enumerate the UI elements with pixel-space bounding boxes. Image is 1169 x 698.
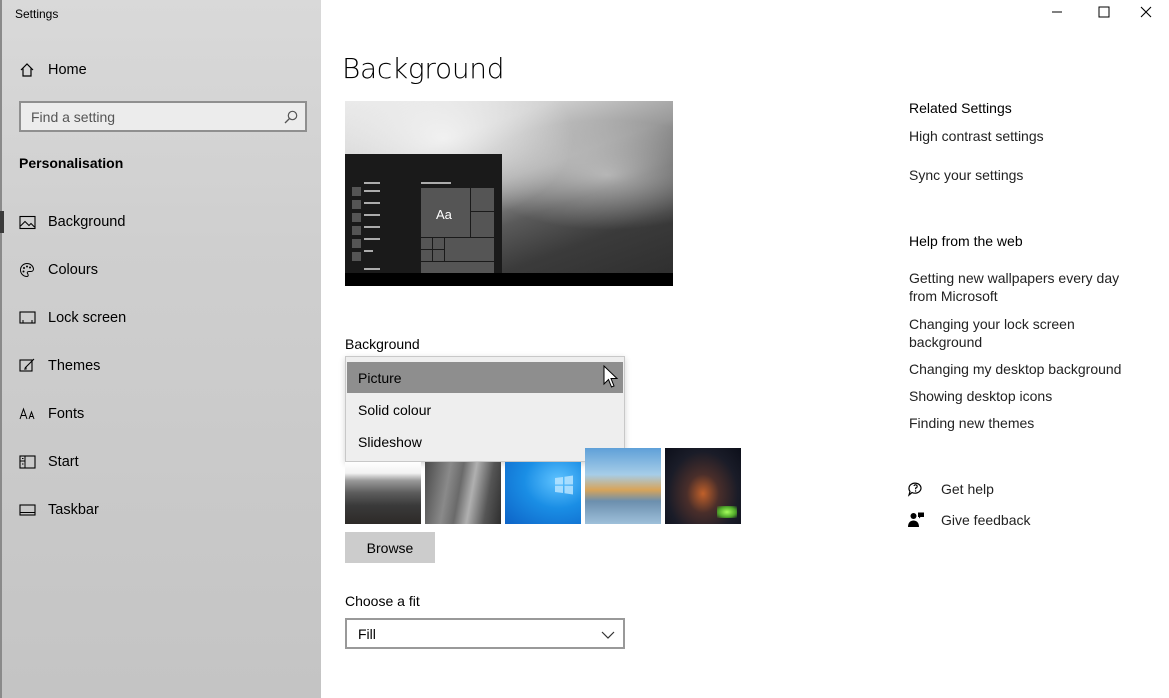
help-link-wallpapers[interactable]: Getting new wallpapers every day from Mi… [909,269,1139,305]
preview-start-menu: Aa [345,154,502,273]
sidebar-item-label: Fonts [48,406,85,422]
picture-thumbnail[interactable] [345,462,421,524]
home-nav-item[interactable]: Home [2,50,321,90]
sidebar: Settings Home Personalisation Background… [0,0,321,698]
sidebar-item-label: Themes [48,358,101,374]
minimize-button[interactable] [1034,0,1080,28]
start-icon [18,453,36,471]
help-link-lock-screen[interactable]: Changing your lock screen background [909,315,1139,351]
fonts-icon [18,405,36,423]
sidebar-item-label: Start [48,454,79,470]
browse-button[interactable]: Browse [345,532,435,563]
mouse-pointer-icon [603,364,619,389]
lock-screen-icon [18,309,36,327]
preview-sample-text: Aa [436,207,452,222]
home-icon [18,61,36,79]
search-icon[interactable] [283,109,299,125]
home-label: Home [48,62,87,78]
search-input[interactable] [21,103,281,130]
picture-thumbnail[interactable] [665,448,741,524]
close-button[interactable] [1123,0,1169,28]
chevron-down-icon [601,628,615,640]
get-help-link[interactable]: Get help [907,480,994,498]
maximize-icon [1098,5,1110,23]
taskbar-icon [18,501,36,519]
get-help-label: Get help [941,481,994,497]
dropdown-option-slideshow[interactable]: Slideshow [347,426,623,457]
sidebar-item-label: Taskbar [48,502,99,518]
picture-thumbnail[interactable] [585,448,661,524]
themes-icon [18,357,36,375]
help-link-themes[interactable]: Finding new themes [909,414,1139,432]
app-title: Settings [15,7,59,21]
related-settings-heading: Related Settings [909,100,1012,116]
high-contrast-link[interactable]: High contrast settings [909,127,1139,145]
page-title: Background [342,52,505,85]
give-feedback-label: Give feedback [941,512,1031,528]
help-heading: Help from the web [909,233,1023,249]
dropdown-option-picture[interactable]: Picture [347,362,623,393]
palette-icon [18,261,36,279]
sidebar-item-lock-screen[interactable]: Lock screen [2,298,321,338]
sidebar-item-label: Lock screen [48,310,127,326]
search-box[interactable] [19,101,307,132]
help-link-desktop-background[interactable]: Changing my desktop background [909,360,1139,378]
preview-taskbar [345,273,673,286]
fit-dropdown-value: Fill [358,626,376,642]
choose-fit-label: Choose a fit [345,593,420,609]
minimize-icon [1051,5,1063,23]
dropdown-option-solid-colour[interactable]: Solid colour [347,394,623,425]
fit-dropdown[interactable]: Fill [345,618,625,649]
sidebar-item-themes[interactable]: Themes [2,346,321,386]
desktop-preview: Aa [345,101,673,286]
maximize-button[interactable] [1081,0,1127,28]
sync-settings-link[interactable]: Sync your settings [909,166,1139,184]
picture-thumbnail[interactable] [505,462,581,524]
sidebar-item-background[interactable]: Background [0,202,321,242]
background-dropdown-list[interactable]: Picture Solid colour Slideshow [345,356,625,462]
help-link-desktop-icons[interactable]: Showing desktop icons [909,387,1139,405]
background-label: Background [345,336,420,352]
sidebar-item-label: Background [48,214,126,230]
sidebar-item-colours[interactable]: Colours [2,250,321,290]
sidebar-item-taskbar[interactable]: Taskbar [2,490,321,530]
get-help-icon [907,480,925,498]
tent-glow [717,506,737,518]
close-icon [1140,5,1152,23]
sidebar-item-start[interactable]: Start [2,442,321,482]
sidebar-item-fonts[interactable]: Fonts [2,394,321,434]
picture-thumbnail[interactable] [425,462,501,524]
feedback-icon [907,511,925,529]
section-heading: Personalisation [19,155,124,171]
windows-logo-icon [553,474,575,501]
picture-icon [18,213,36,231]
give-feedback-link[interactable]: Give feedback [907,511,1031,529]
sidebar-item-label: Colours [48,262,98,278]
